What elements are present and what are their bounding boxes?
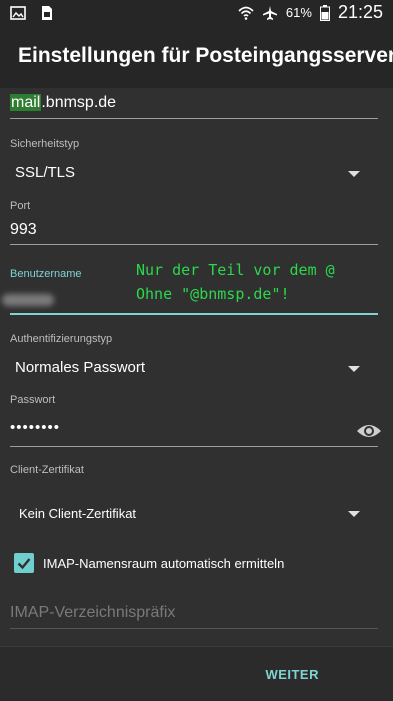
auth-type-select[interactable]: Normales Passwort bbox=[15, 359, 145, 376]
server-domain: .bnmsp.de bbox=[41, 94, 117, 111]
imap-namespace-checkbox[interactable] bbox=[14, 553, 34, 573]
redacted-username bbox=[2, 294, 54, 306]
page-title: Einstellungen für Posteingangsserver bbox=[18, 44, 393, 67]
security-type-select[interactable]: SSL/TLS bbox=[15, 164, 75, 181]
chevron-down-icon bbox=[348, 171, 360, 177]
password-underline bbox=[10, 446, 378, 447]
sim-icon bbox=[42, 6, 52, 20]
airplane-icon bbox=[262, 5, 277, 20]
bottom-action-bar: WEITER bbox=[0, 646, 393, 701]
wifi-icon bbox=[238, 6, 254, 20]
server-highlight: mail bbox=[10, 94, 42, 111]
imap-prefix-underline bbox=[10, 628, 378, 629]
security-type-label: Sicherheitstyp bbox=[10, 138, 80, 150]
checkmark-icon bbox=[17, 558, 31, 570]
password-field[interactable]: Passwort •••••••• bbox=[10, 394, 378, 448]
status-bar: 61% 21:25 bbox=[0, 0, 393, 26]
port-label: Port bbox=[10, 200, 31, 212]
server-underline bbox=[10, 118, 378, 119]
port-underline bbox=[10, 244, 378, 245]
username-underline bbox=[10, 313, 378, 315]
next-button[interactable]: WEITER bbox=[265, 667, 319, 682]
server-field[interactable]: mail.bnmsp.de bbox=[10, 94, 378, 120]
annotation-line-1: Nur der Teil vor dem @ bbox=[136, 261, 335, 279]
auth-type-label: Authentifizierungstyp bbox=[10, 333, 113, 345]
port-field[interactable]: Port 993 bbox=[10, 200, 378, 246]
port-input[interactable]: 993 bbox=[10, 221, 37, 239]
chevron-down-icon bbox=[348, 366, 360, 372]
client-cert-label: Client-Zertifikat bbox=[10, 464, 84, 476]
annotation-note: Nur der Teil vor dem @ Ohne "@bnmsp.de"! bbox=[136, 258, 376, 306]
battery-icon bbox=[319, 4, 330, 21]
password-label: Passwort bbox=[10, 394, 56, 406]
imap-prefix-input[interactable]: IMAP-Verzeichnispräfix bbox=[10, 604, 175, 622]
password-input[interactable]: •••••••• bbox=[10, 419, 60, 436]
battery-percent: 61% bbox=[285, 5, 312, 20]
security-type-field[interactable]: Sicherheitstyp SSL/TLS bbox=[10, 138, 378, 188]
client-cert-field[interactable]: Client-Zertifikat Kein Client-Zertifikat bbox=[10, 464, 378, 534]
eye-icon[interactable] bbox=[355, 417, 383, 445]
app-header: Einstellungen für Posteingangsserver bbox=[0, 26, 393, 88]
chevron-down-icon bbox=[348, 511, 360, 517]
auth-type-field[interactable]: Authentifizierungstyp Normales Passwort bbox=[10, 333, 378, 383]
server-value[interactable]: mail.bnmsp.de bbox=[10, 94, 378, 112]
client-cert-select[interactable]: Kein Client-Zertifikat bbox=[19, 506, 136, 521]
image-icon bbox=[10, 6, 26, 20]
clock: 21:25 bbox=[337, 2, 383, 22]
imap-namespace-label: IMAP-Namensraum automatisch ermitteln bbox=[43, 556, 285, 571]
annotation-line-2: Ohne "@bnmsp.de"! bbox=[136, 285, 290, 303]
